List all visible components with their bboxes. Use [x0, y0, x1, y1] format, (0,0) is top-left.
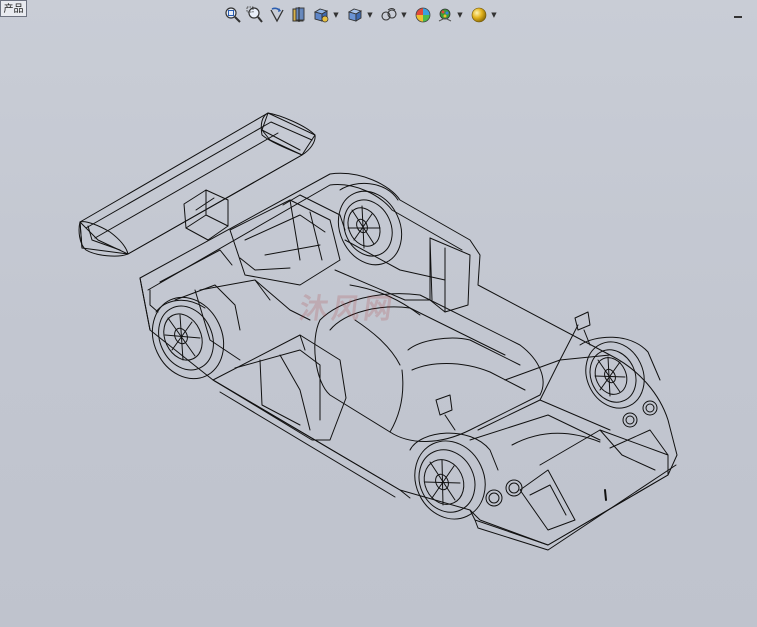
rear-left-wheel [151, 296, 225, 380]
rear-right-wheel [337, 182, 403, 266]
rear-wing [78, 112, 316, 257]
front-left-wheel [409, 432, 499, 520]
graphics-area[interactable]: 产品 ▼ ▼ ▼ ▼ ▼ 沐风网 [0, 0, 757, 627]
watermark: 沐风网 [297, 292, 399, 325]
car-body-shell [139, 172, 678, 551]
